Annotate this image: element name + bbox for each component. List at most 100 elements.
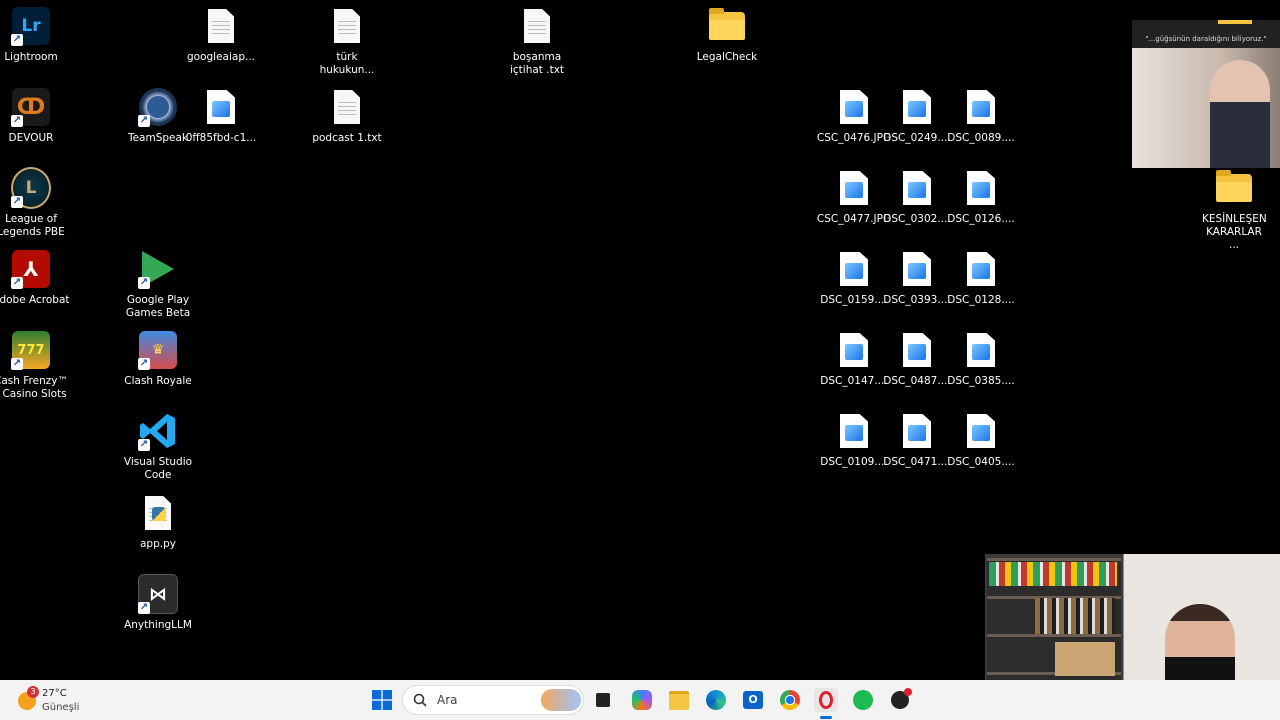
desktop-icon-kesinlesen[interactable]: KESİNLEŞEN KARARLAR ... xyxy=(1194,168,1274,252)
image-file-icon xyxy=(840,252,868,286)
weather-condition: Güneşli xyxy=(42,702,80,713)
desktop-icon-label: Clash Royale xyxy=(124,375,192,387)
shortcut-arrow-icon: ↗ xyxy=(11,34,23,46)
desktop-icon-label: LegalCheck xyxy=(696,51,758,63)
folder-icon xyxy=(1218,20,1252,24)
desktop-icon-label: DEVOUR xyxy=(8,132,54,144)
image-file-icon xyxy=(903,171,931,205)
image-file-icon xyxy=(903,252,931,286)
outlook-button[interactable]: O xyxy=(741,688,765,712)
python-logo-icon xyxy=(152,507,166,521)
chrome-button[interactable] xyxy=(778,688,802,712)
desktop-icon-0ff85fbd[interactable]: 0ff85fbd-c1... xyxy=(181,87,261,145)
desktop-icon-clash-royale[interactable]: ♛ ↗ Clash Royale xyxy=(118,330,198,388)
desktop-icon-label: DSC_0089.... xyxy=(947,132,1015,144)
text-file-icon xyxy=(334,9,360,43)
shelf-bottles xyxy=(1035,598,1115,634)
start-button[interactable] xyxy=(370,688,394,712)
shortcut-arrow-icon: ↗ xyxy=(138,277,150,289)
weather-temp: 27°C xyxy=(42,688,67,699)
image-file-icon xyxy=(903,90,931,124)
shortcut-arrow-icon: ↗ xyxy=(138,439,150,451)
image-file-icon xyxy=(840,90,868,124)
task-view-icon xyxy=(596,693,610,707)
desktop-icon-label: boşanma içtihat .txt xyxy=(509,51,565,76)
desktop-icon-label: AnythingLLM xyxy=(124,619,192,631)
taskbar-search[interactable]: Ara xyxy=(402,685,584,715)
desktop-icon-label: türk hukukun... xyxy=(319,51,375,76)
image-file-icon xyxy=(840,414,868,448)
desktop-icon-turk-hukuku[interactable]: türk hukukun... xyxy=(307,6,387,77)
spotify-icon xyxy=(853,690,873,710)
desktop-icon-label: DSC_0385.... xyxy=(947,375,1015,387)
image-file-icon xyxy=(903,333,931,367)
desktop-icon-vscode[interactable]: ↗ Visual Studio Code xyxy=(118,411,198,482)
desktop-icon-label: Adobe Acrobat xyxy=(0,294,70,306)
desktop-icon-acrobat[interactable]: ⅄ ↗ Adobe Acrobat xyxy=(0,249,71,307)
desktop-icon-cash-frenzy[interactable]: 777 ↗ Cash Frenzy™ - Casino Slots xyxy=(0,330,71,401)
desktop-icon-photo[interactable]: DSC_0405.... xyxy=(941,411,1021,469)
desktop-icon-label: Lightroom xyxy=(4,51,58,63)
desktop-icon-label: DSC_0128.... xyxy=(947,294,1015,306)
desktop-icon-photo[interactable]: DSC_0089.... xyxy=(941,87,1021,145)
file-explorer-button[interactable] xyxy=(667,688,691,712)
video-overlay-top: "...güğsünün daraldığını biliyoruz." xyxy=(1132,20,1280,168)
text-file-icon xyxy=(524,9,550,43)
desktop-icon-podcast[interactable]: podcast 1.txt xyxy=(307,87,387,145)
desktop-icon-label: googleaiap... xyxy=(186,51,256,63)
spotify-button[interactable] xyxy=(851,688,875,712)
desktop-icon-lightroom[interactable]: Lr ↗ Lightroom xyxy=(0,6,71,64)
desktop-icon-label: KESİNLEŞEN KARARLAR ... xyxy=(1202,213,1267,251)
desktop-icon-photo[interactable]: DSC_0126.... xyxy=(941,168,1021,226)
desktop-icon-label: podcast 1.txt xyxy=(312,132,382,144)
file-explorer-icon xyxy=(669,690,689,710)
desktop-icon-googleaiap[interactable]: googleaiap... xyxy=(181,6,261,64)
weather-badge: 3 xyxy=(27,686,39,698)
shortcut-arrow-icon: ↗ xyxy=(11,358,23,370)
copilot-button[interactable] xyxy=(630,688,654,712)
edge-button[interactable] xyxy=(704,688,728,712)
image-file-icon xyxy=(903,414,931,448)
search-icon xyxy=(413,693,427,707)
edge-icon xyxy=(706,690,726,710)
desktop-icon-anythingllm[interactable]: ⋈ ↗ AnythingLLM xyxy=(118,574,198,632)
shortcut-arrow-icon: ↗ xyxy=(138,358,150,370)
desktop-icon-bosanma[interactable]: boşanma içtihat .txt xyxy=(497,6,577,77)
desktop-icon-app-py[interactable]: app.py xyxy=(118,493,198,551)
shortcut-arrow-icon: ↗ xyxy=(11,115,23,127)
desktop-icon-google-play-games[interactable]: ↗ Google Play Games Beta xyxy=(118,249,198,320)
shortcut-arrow-icon: ↗ xyxy=(138,115,150,127)
search-placeholder: Ara xyxy=(437,693,458,707)
desktop-icon-legalcheck[interactable]: LegalCheck xyxy=(687,6,767,64)
app-button[interactable] xyxy=(888,688,912,712)
image-file-icon xyxy=(967,90,995,124)
taskbar: 3 27°C Güneşli Ara O xyxy=(0,680,1280,720)
shortcut-arrow-icon: ↗ xyxy=(11,196,23,208)
folder-icon xyxy=(1216,170,1252,202)
desktop-icon-label: Google Play Games Beta xyxy=(125,294,191,319)
image-file-icon xyxy=(207,90,235,124)
image-file-icon xyxy=(967,252,995,286)
search-highlight-icon xyxy=(541,689,581,711)
image-file-icon xyxy=(840,171,868,205)
video-caption: "...güğsünün daraldığını biliyoruz." xyxy=(1132,20,1280,48)
text-file-icon xyxy=(208,9,234,43)
task-view-button[interactable] xyxy=(591,688,615,712)
shortcut-arrow-icon: ↗ xyxy=(138,602,150,614)
opera-button[interactable] xyxy=(814,688,838,712)
desktop-icon-photo[interactable]: DSC_0128.... xyxy=(941,249,1021,307)
desktop-icon-label: DSC_0405.... xyxy=(947,456,1015,468)
outlook-icon: O xyxy=(743,691,763,709)
desktop-icon-label: DSC_0126.... xyxy=(947,213,1015,225)
notification-dot-icon xyxy=(904,688,912,696)
desktop-icon-label: Cash Frenzy™ - Casino Slots xyxy=(0,375,68,400)
weather-widget[interactable]: 3 27°C Güneşli xyxy=(16,684,106,716)
desktop-icon-label: Visual Studio Code xyxy=(123,456,193,481)
person-silhouette xyxy=(1210,60,1270,168)
folder-icon xyxy=(709,8,745,40)
desktop-icon-photo[interactable]: DSC_0385.... xyxy=(941,330,1021,388)
opera-icon xyxy=(819,691,833,709)
desktop-icon-lol-pbe[interactable]: L ↗ League of Legends PBE xyxy=(0,167,71,239)
desktop-icon-label: League of Legends PBE xyxy=(0,213,65,238)
desktop-icon-devour[interactable]: ↀ ↗ DEVOUR xyxy=(0,87,71,145)
